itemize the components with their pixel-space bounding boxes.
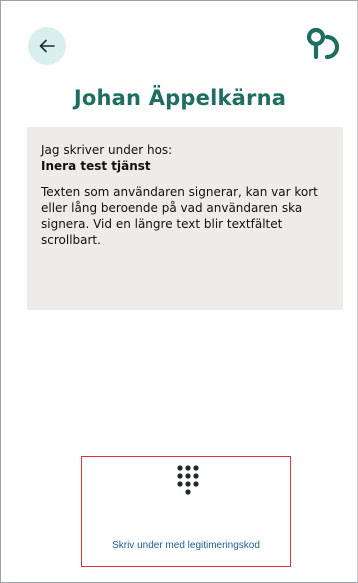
service-name: Inera test tjänst: [41, 159, 151, 173]
app-frame: Johan Äppelkärna Jag skriver under hos: …: [0, 0, 358, 583]
signer-name: Johan Äppelkärna: [73, 86, 287, 110]
arrow-left-icon: [39, 39, 55, 53]
signing-text-card[interactable]: Jag skriver under hos: Inera test tjänst…: [27, 127, 343, 310]
signing-text: Texten som användaren signerar, kan var …: [41, 185, 318, 247]
signing-intro: Jag skriver under hos:: [41, 143, 173, 157]
back-button[interactable]: [28, 27, 66, 65]
eid-logo-icon: [306, 27, 340, 60]
sign-with-code-button[interactable]: Skriv under med legitimeringskod: [81, 456, 291, 567]
sign-with-code-label: Skriv under med legitimeringskod: [112, 540, 260, 551]
keypad-icon: [177, 465, 199, 495]
